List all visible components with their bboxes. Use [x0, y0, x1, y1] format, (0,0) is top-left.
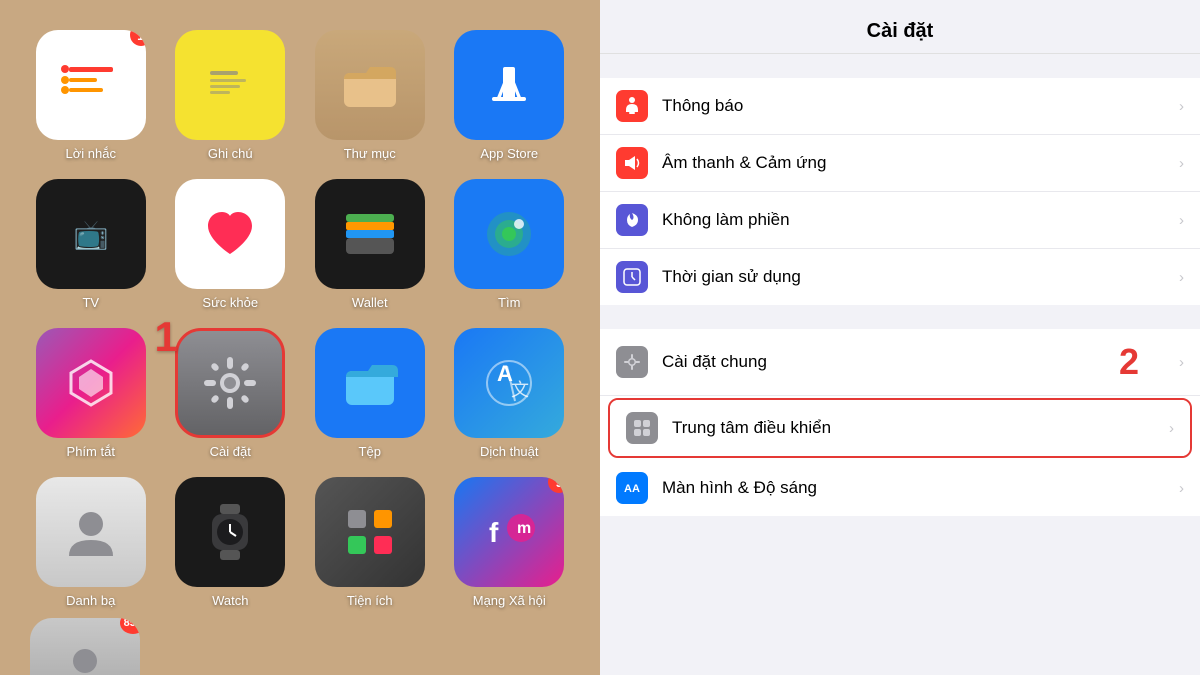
app-health[interactable]: Sức khỏe: [170, 179, 292, 310]
app-label-translate: Dịch thuật: [480, 444, 539, 459]
app-contacts[interactable]: Danh bạ: [30, 477, 152, 608]
settings-title: Cài đặt: [600, 0, 1200, 54]
settings-row-general[interactable]: Cài đặt chung 2 ›: [600, 329, 1200, 396]
badge-social: 9: [548, 477, 564, 493]
app-label-reminders: Lời nhắc: [66, 146, 116, 161]
display-chevron: ›: [1179, 480, 1184, 497]
sounds-icon: [616, 147, 648, 179]
settings-list: Thông báo › Âm thanh & Cảm ứng › Không l…: [600, 54, 1200, 675]
app-shortcuts[interactable]: Phím tắt: [30, 328, 152, 459]
shortcuts-icon: [59, 351, 123, 415]
wallet-icon: [338, 202, 402, 266]
watch-icon: [198, 500, 262, 564]
screentime-label: Thời gian sử dụng: [662, 267, 1179, 287]
dnd-chevron: ›: [1179, 212, 1184, 229]
app-settings[interactable]: 1 Cài đặt: [170, 328, 292, 459]
step2-number: 2: [1119, 341, 1139, 383]
dnd-icon: [616, 204, 648, 236]
sounds-chevron: ›: [1179, 155, 1184, 172]
app-label-find: Tìm: [498, 295, 520, 310]
settings-row-control[interactable]: Trung tâm điều khiển ›: [610, 400, 1190, 456]
app-social[interactable]: 9 f m Mạng Xã hội: [449, 477, 571, 608]
app-label-shortcuts: Phím tắt: [67, 444, 115, 459]
app-utilities[interactable]: Tiện ích: [309, 477, 431, 608]
reminders-icon: [59, 53, 123, 117]
app-label-directory: Thư mục: [344, 146, 396, 161]
general-chevron: ›: [1179, 354, 1184, 371]
dnd-label: Không làm phiền: [662, 210, 1179, 230]
notifications-chevron: ›: [1179, 98, 1184, 115]
display-label: Màn hình & Độ sáng: [662, 478, 1179, 498]
app-grid: 1 Lời nhắc: [0, 0, 600, 618]
files-icon: [338, 351, 402, 415]
app-label-social: Mạng Xã hội: [473, 593, 546, 608]
display-icon: AA: [616, 472, 648, 504]
notes-icon: [198, 53, 262, 117]
contacts-icon: [59, 500, 123, 564]
general-label: Cài đặt chung: [662, 352, 1119, 372]
app-label-notes: Ghi chú: [208, 146, 253, 161]
app-label-utilities: Tiện ích: [347, 593, 393, 608]
bottom-app-icon: [53, 641, 117, 675]
notifications-icon: [616, 90, 648, 122]
step1-number: 1: [155, 313, 178, 361]
translate-icon: A 文: [477, 351, 541, 415]
app-label-tv: TV: [82, 295, 99, 310]
settings-row-sounds[interactable]: Âm thanh & Cảm ứng ›: [600, 135, 1200, 192]
settings-row-display[interactable]: AA Màn hình & Độ sáng ›: [600, 460, 1200, 516]
svg-text:AA: AA: [624, 483, 640, 495]
app-label-files: Tệp: [359, 444, 381, 459]
app-find[interactable]: Tìm: [449, 179, 571, 310]
control-chevron: ›: [1169, 420, 1174, 437]
utilities-icon: [338, 500, 402, 564]
badge-reminders: 1: [130, 30, 146, 46]
app-notes[interactable]: Ghi chú: [170, 30, 292, 161]
app-tv[interactable]: 📺 TV: [30, 179, 152, 310]
app-wallet[interactable]: Wallet: [309, 179, 431, 310]
health-icon: [198, 202, 262, 266]
app-label-wallet: Wallet: [352, 295, 388, 310]
home-screen: 1 Lời nhắc: [0, 0, 600, 675]
app-translate[interactable]: A 文 Dịch thuật: [449, 328, 571, 459]
svg-text:m: m: [517, 520, 531, 537]
settings-row-dnd[interactable]: Không làm phiền ›: [600, 192, 1200, 249]
svg-text:f: f: [489, 517, 499, 548]
control-icon: [626, 412, 658, 444]
app-label-health: Sức khỏe: [202, 295, 258, 310]
settings-row-notifications[interactable]: Thông báo ›: [600, 78, 1200, 135]
app-label-appstore: App Store: [480, 146, 538, 161]
settings-title-text: Cài đặt: [867, 20, 934, 42]
screentime-icon: [616, 261, 648, 293]
app-appstore[interactable]: A App Store: [449, 30, 571, 161]
find-icon: [477, 202, 541, 266]
settings-icon: [198, 351, 262, 415]
tv-logo-text: 📺: [74, 218, 108, 251]
app-watch[interactable]: Watch: [170, 477, 292, 608]
settings-section-2: Cài đặt chung 2 › Trung tâm điều khiển ›…: [600, 329, 1200, 516]
app-files[interactable]: Tệp: [309, 328, 431, 459]
badge-bottom: 855: [120, 618, 140, 634]
notifications-label: Thông báo: [662, 96, 1179, 116]
screentime-chevron: ›: [1179, 269, 1184, 286]
app-reminders[interactable]: 1 Lời nhắc: [30, 30, 152, 161]
settings-screen: Cài đặt Thông báo › Âm thanh & Cảm ứng ›: [600, 0, 1200, 675]
app-directory[interactable]: Thư mục: [309, 30, 431, 161]
general-icon: [616, 346, 648, 378]
control-highlight-border: Trung tâm điều khiển ›: [608, 398, 1192, 458]
social-icon: f m: [477, 500, 541, 564]
control-label: Trung tâm điều khiển: [672, 418, 1169, 438]
appstore-icon: A: [477, 53, 541, 117]
app-partial-bottom[interactable]: 855 Danh bạ: [30, 618, 140, 675]
app-label-settings: Cài đặt: [210, 444, 251, 459]
settings-row-screentime[interactable]: Thời gian sử dụng ›: [600, 249, 1200, 305]
sounds-label: Âm thanh & Cảm ứng: [662, 153, 1179, 173]
app-label-watch: Watch: [212, 593, 248, 608]
app-label-contacts: Danh bạ: [66, 593, 115, 608]
settings-section-1: Thông báo › Âm thanh & Cảm ứng › Không l…: [600, 78, 1200, 305]
directory-icon: [338, 53, 402, 117]
